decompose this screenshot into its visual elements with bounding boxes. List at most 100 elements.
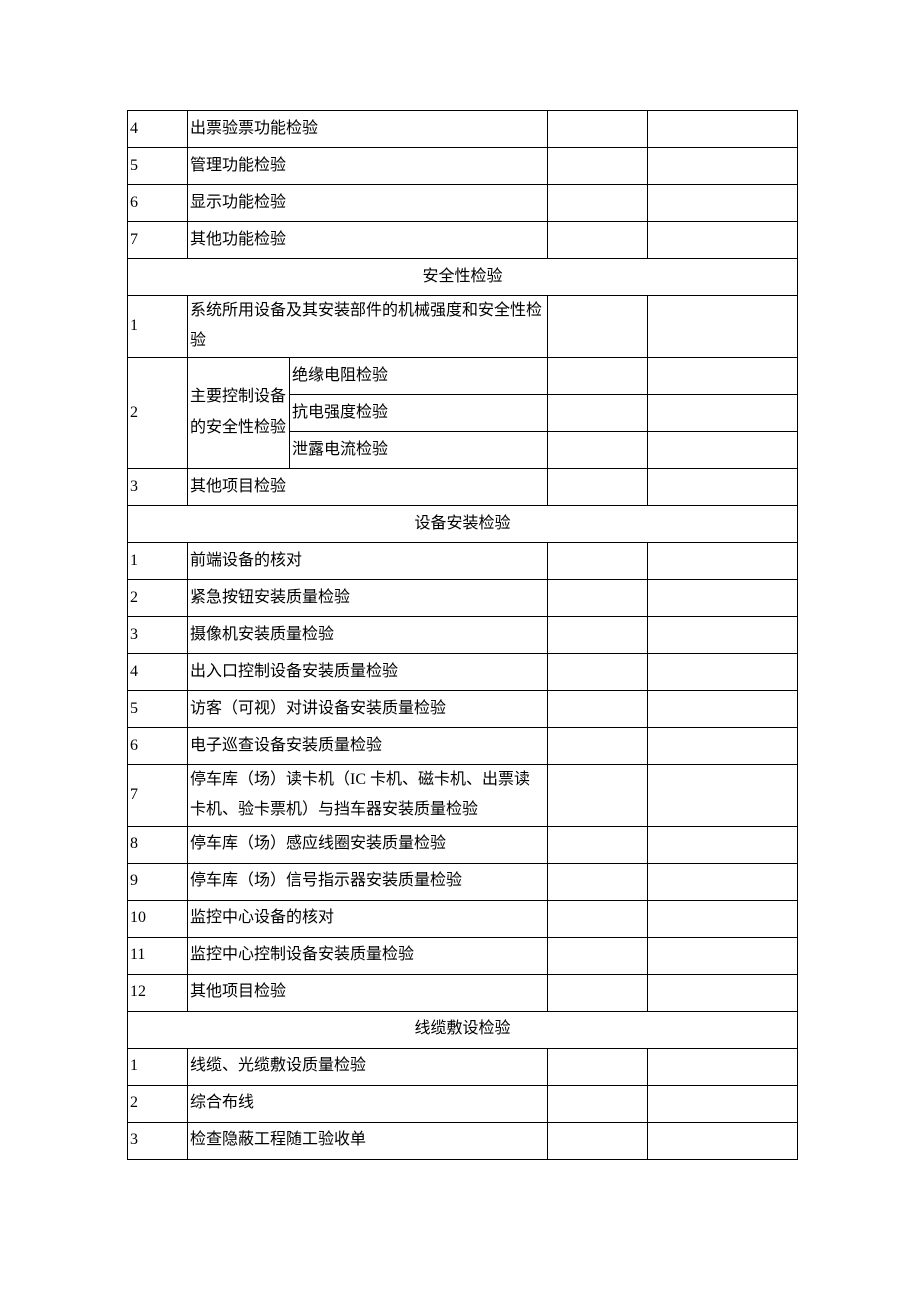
- cell-blank: [648, 111, 798, 148]
- row-desc: 检查隐蔽工程随工验收单: [188, 1122, 548, 1159]
- row-number: 6: [128, 185, 188, 222]
- row-desc: 管理功能检验: [188, 148, 548, 185]
- row-desc: 抗电强度检验: [290, 394, 548, 431]
- row-desc: 其他功能检验: [188, 222, 548, 259]
- cell-blank: [548, 1122, 648, 1159]
- row-desc: 紧急按钮安装质量检验: [188, 579, 548, 616]
- table-row: 2 主要控制设备的安全性检验 绝缘电阻检验: [128, 357, 798, 394]
- table-row: 10 监控中心设备的核对: [128, 900, 798, 937]
- cell-blank: [548, 616, 648, 653]
- cell-blank: [648, 653, 798, 690]
- row-desc: 综合布线: [188, 1085, 548, 1122]
- cell-blank: [548, 431, 648, 468]
- row-number: 2: [128, 357, 188, 468]
- cell-blank: [548, 1085, 648, 1122]
- row-desc: 显示功能检验: [188, 185, 548, 222]
- cell-blank: [548, 937, 648, 974]
- row-desc: 系统所用设备及其安装部件的机械强度和安全性检验: [188, 296, 548, 358]
- cell-blank: [648, 394, 798, 431]
- cell-blank: [548, 468, 648, 505]
- document-page: 4 出票验票功能检验 5 管理功能检验 6 显示功能检验 7 其他功能检验 安全…: [0, 0, 920, 1301]
- row-number: 4: [128, 111, 188, 148]
- row-desc: 访客（可视）对讲设备安装质量检验: [188, 690, 548, 727]
- table-row: 6 显示功能检验: [128, 185, 798, 222]
- table-row: 5 访客（可视）对讲设备安装质量检验: [128, 690, 798, 727]
- table-row: 3 其他项目检验: [128, 468, 798, 505]
- row-desc: 绝缘电阻检验: [290, 357, 548, 394]
- cell-blank: [648, 431, 798, 468]
- cell-blank: [648, 1085, 798, 1122]
- row-number: 5: [128, 148, 188, 185]
- cell-blank: [648, 727, 798, 764]
- cell-blank: [548, 727, 648, 764]
- table-row: 3 摄像机安装质量检验: [128, 616, 798, 653]
- row-desc: 监控中心设备的核对: [188, 900, 548, 937]
- table-row: 4 出入口控制设备安装质量检验: [128, 653, 798, 690]
- cell-blank: [648, 579, 798, 616]
- row-number: 10: [128, 900, 188, 937]
- table-row: 4 出票验票功能检验: [128, 111, 798, 148]
- cell-blank: [648, 296, 798, 358]
- cell-blank: [548, 826, 648, 863]
- row-number: 3: [128, 468, 188, 505]
- table-row: 5 管理功能检验: [128, 148, 798, 185]
- row-number: 8: [128, 826, 188, 863]
- cell-blank: [548, 653, 648, 690]
- row-desc: 其他项目检验: [188, 468, 548, 505]
- row-number: 4: [128, 653, 188, 690]
- cell-blank: [648, 185, 798, 222]
- cell-blank: [648, 468, 798, 505]
- table-row: 7 停车库（场）读卡机（IC 卡机、磁卡机、出票读卡机、验卡票机）与挡车器安装质…: [128, 764, 798, 826]
- cell-blank: [548, 900, 648, 937]
- row-desc: 出票验票功能检验: [188, 111, 548, 148]
- cell-blank: [548, 764, 648, 826]
- section-header: 安全性检验: [128, 259, 798, 296]
- cell-blank: [548, 863, 648, 900]
- cell-blank: [648, 148, 798, 185]
- row-number: 2: [128, 579, 188, 616]
- table-row: 11 监控中心控制设备安装质量检验: [128, 937, 798, 974]
- row-desc: 线缆、光缆敷设质量检验: [188, 1048, 548, 1085]
- table-row: 3 检查隐蔽工程随工验收单: [128, 1122, 798, 1159]
- row-desc: 前端设备的核对: [188, 542, 548, 579]
- row-number: 1: [128, 296, 188, 358]
- cell-blank: [548, 394, 648, 431]
- cell-blank: [548, 296, 648, 358]
- table-row: 1 线缆、光缆敷设质量检验: [128, 1048, 798, 1085]
- section-header-row: 安全性检验: [128, 259, 798, 296]
- row-desc: 其他项目检验: [188, 974, 548, 1011]
- table-row: 1 前端设备的核对: [128, 542, 798, 579]
- row-number: 3: [128, 1122, 188, 1159]
- row-number: 11: [128, 937, 188, 974]
- section-header-row: 设备安装检验: [128, 505, 798, 542]
- cell-blank: [548, 185, 648, 222]
- row-number: 7: [128, 764, 188, 826]
- cell-blank: [548, 222, 648, 259]
- cell-blank: [648, 900, 798, 937]
- row-desc: 停车库（场）读卡机（IC 卡机、磁卡机、出票读卡机、验卡票机）与挡车器安装质量检…: [188, 764, 548, 826]
- cell-blank: [548, 357, 648, 394]
- row-desc-group: 主要控制设备的安全性检验: [188, 357, 290, 468]
- table-row: 8 停车库（场）感应线圈安装质量检验: [128, 826, 798, 863]
- cell-blank: [648, 937, 798, 974]
- row-number: 1: [128, 542, 188, 579]
- section-header-row: 线缆敷设检验: [128, 1011, 798, 1048]
- inspection-table: 4 出票验票功能检验 5 管理功能检验 6 显示功能检验 7 其他功能检验 安全…: [127, 110, 798, 1160]
- row-number: 9: [128, 863, 188, 900]
- row-desc: 出入口控制设备安装质量检验: [188, 653, 548, 690]
- cell-blank: [648, 863, 798, 900]
- cell-blank: [648, 357, 798, 394]
- cell-blank: [648, 1048, 798, 1085]
- row-desc: 摄像机安装质量检验: [188, 616, 548, 653]
- cell-blank: [548, 579, 648, 616]
- table-row: 9 停车库（场）信号指示器安装质量检验: [128, 863, 798, 900]
- row-desc: 停车库（场）感应线圈安装质量检验: [188, 826, 548, 863]
- cell-blank: [648, 974, 798, 1011]
- row-number: 6: [128, 727, 188, 764]
- table-row: 2 紧急按钮安装质量检验: [128, 579, 798, 616]
- table-row: 6 电子巡查设备安装质量检验: [128, 727, 798, 764]
- row-number: 2: [128, 1085, 188, 1122]
- section-header: 设备安装检验: [128, 505, 798, 542]
- row-number: 5: [128, 690, 188, 727]
- row-number: 3: [128, 616, 188, 653]
